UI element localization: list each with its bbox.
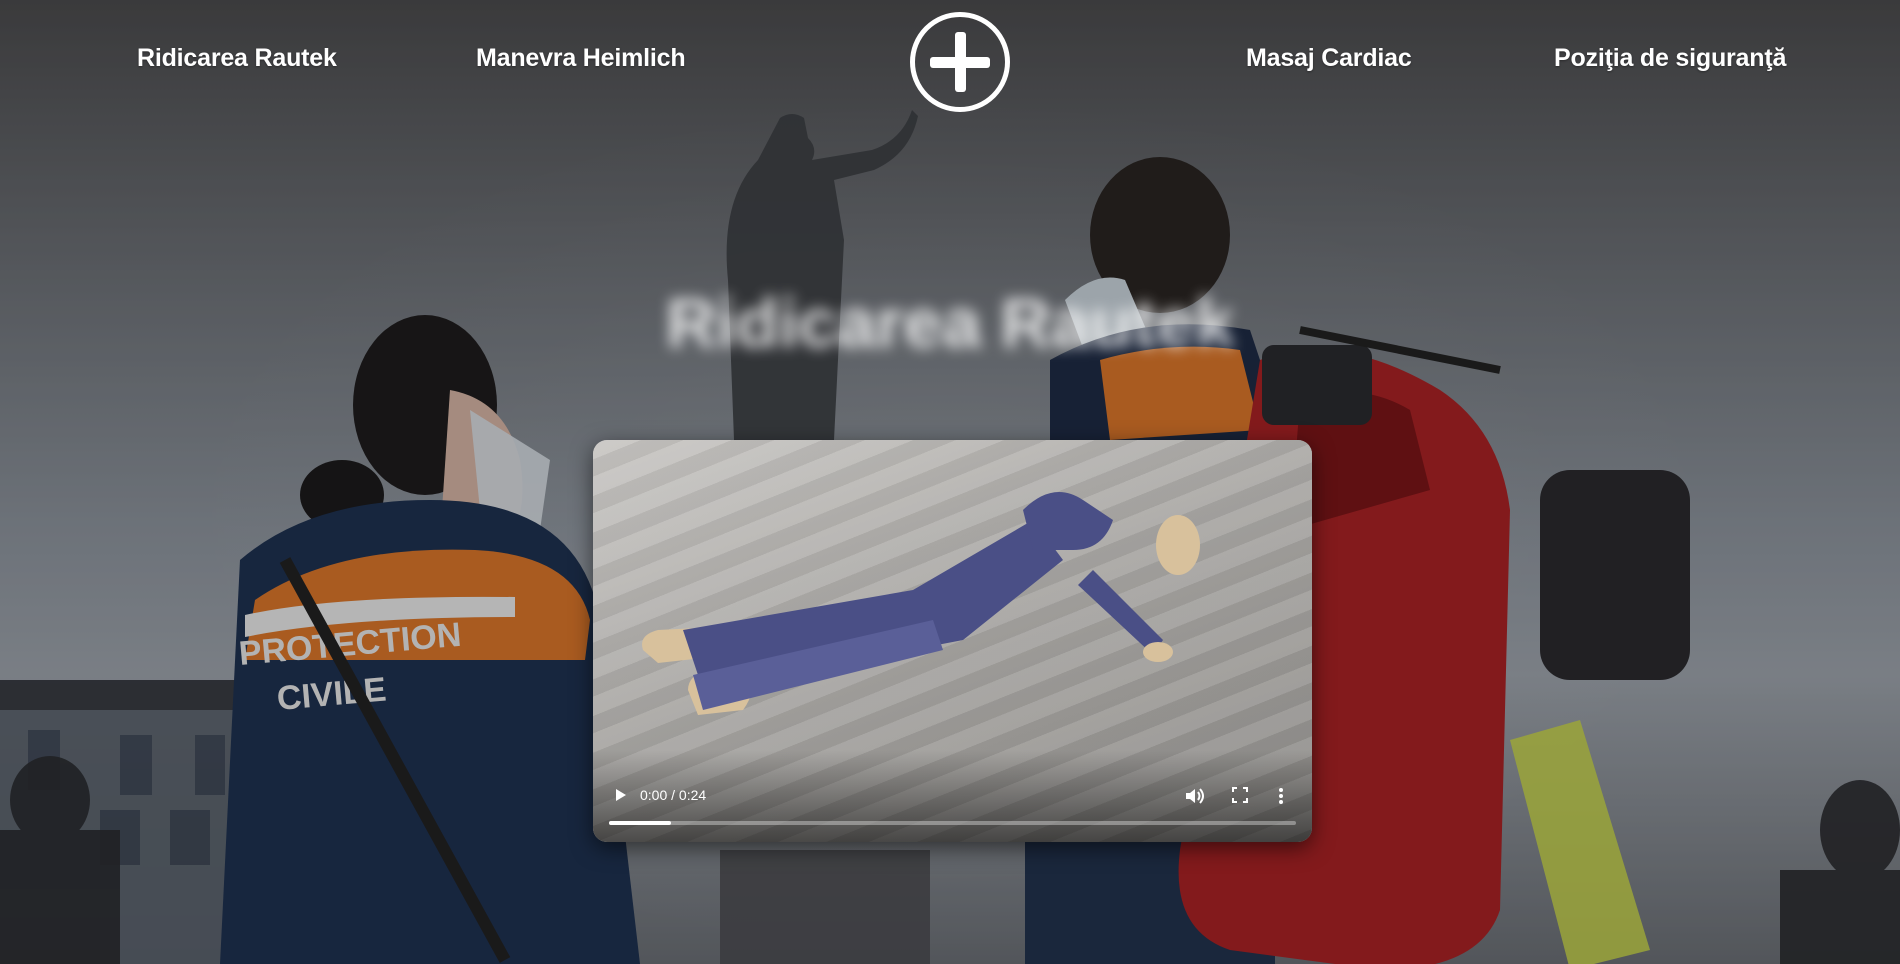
- plus-circle-icon[interactable]: [910, 12, 1010, 112]
- fullscreen-icon[interactable]: [1230, 785, 1250, 805]
- nav-link-manevra-heimlich[interactable]: Manevra Heimlich: [476, 44, 686, 73]
- nav-link-masaj-cardiac[interactable]: Masaj Cardiac: [1246, 44, 1412, 73]
- video-player[interactable]: 0:00 / 0:24: [593, 440, 1312, 842]
- hero-title: Ridicarea Rautek: [665, 283, 1235, 362]
- play-icon[interactable]: [610, 785, 630, 805]
- video-time: 0:00 / 0:24: [640, 787, 707, 803]
- plus-horizontal-bar: [930, 57, 990, 68]
- top-navigation: Ridicarea Rautek Manevra Heimlich Masaj …: [0, 0, 1900, 124]
- video-progress-buffered: [609, 821, 671, 825]
- nav-link-ridicarea-rautek[interactable]: Ridicarea Rautek: [137, 44, 337, 73]
- volume-icon[interactable]: [1183, 785, 1205, 807]
- nav-link-pozitia-de-siguranta[interactable]: Poziţia de siguranţă: [1554, 44, 1786, 73]
- more-vert-icon[interactable]: [1276, 785, 1286, 807]
- video-progress-bar[interactable]: [609, 821, 1296, 825]
